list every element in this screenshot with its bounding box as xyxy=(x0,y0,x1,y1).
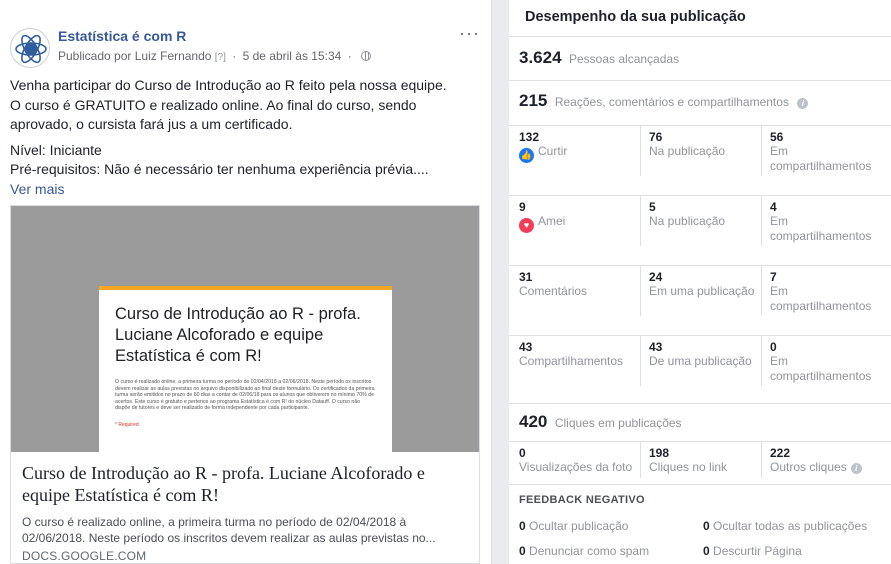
stat-cell: 222 Outros cliques i xyxy=(761,442,887,478)
stat-value: 43 xyxy=(649,340,663,354)
stat-value: 76 xyxy=(649,130,663,144)
reach-stat: 3.624 Pessoas alcançadas xyxy=(519,48,679,68)
more-options-button[interactable]: ··· xyxy=(459,24,480,42)
form-preview-title: Curso de Introdução ao R - profa. Lucian… xyxy=(115,305,361,365)
engagement-value: 215 xyxy=(519,91,548,110)
page-avatar[interactable] xyxy=(10,28,50,68)
form-preview-body: O curso é realizado online, a primeira t… xyxy=(115,379,375,412)
stat-cell: 198 Cliques no link xyxy=(640,442,762,478)
stat-value: 5 xyxy=(649,200,656,214)
stat-value: 222 xyxy=(770,446,791,460)
stat-label: Comentários xyxy=(519,284,588,298)
stat-label: Em compartilhamentos xyxy=(770,144,872,173)
post-header: Estatística é com R Publicado por Luiz F… xyxy=(10,24,484,68)
clicks-label: Cliques em publicações xyxy=(554,416,682,430)
insights-panel: Desempenho da sua publicação 3.624 Pesso… xyxy=(509,0,891,564)
globe-icon[interactable] xyxy=(361,51,372,61)
stat-label: Na publicação xyxy=(649,144,726,158)
stat-cell: 0 Visualizações da foto xyxy=(519,442,641,478)
stat-cell: 43 De uma publicação xyxy=(640,336,762,386)
stat-value: 0 xyxy=(770,340,777,354)
reaction-row-like: 132 👍 Curtir 76 Na publicação 56 Em compa… xyxy=(509,125,891,195)
stat-cell: 31 Comentários xyxy=(519,266,641,316)
stat-value: 7 xyxy=(770,270,777,284)
negative-item: 0 Ocultar publicação xyxy=(519,519,629,533)
stat-value: 43 xyxy=(519,340,533,354)
panel-title: Desempenho da sua publicação xyxy=(525,9,746,25)
shares-row: 43 Compartilhamentos 43 De uma publicaçã… xyxy=(509,335,891,405)
stat-label: Em uma publicação xyxy=(649,284,755,298)
info-icon[interactable]: i xyxy=(797,98,809,109)
clicks-row: 0 Visualizações da foto 198 Cliques no l… xyxy=(509,441,891,485)
atom-logo-icon xyxy=(15,34,47,64)
link-preview-image[interactable]: Curso de Introdução ao R - profa. Lucian… xyxy=(11,206,479,452)
stat-value: 0 xyxy=(519,446,526,460)
stat-label: Em compartilhamentos xyxy=(770,284,872,313)
stat-label: Em compartilhamentos xyxy=(770,214,872,243)
stat-value: 9 xyxy=(519,200,526,214)
stat-value: 56 xyxy=(770,130,784,144)
stat-cell: 56 Em compartilhamentos xyxy=(761,126,887,176)
stat-label: Outros cliques xyxy=(770,460,847,474)
post-text-line: Venha participar do Curso de Introdução … xyxy=(10,77,447,93)
stat-cell: 5 Na publicação xyxy=(640,196,762,246)
stat-cell: 0 Em compartilhamentos xyxy=(761,336,887,386)
post-card: Estatística é com R Publicado por Luiz F… xyxy=(0,0,492,564)
stat-value: 24 xyxy=(649,270,663,284)
negative-feedback-title: FEEDBACK NEGATIVO xyxy=(519,494,645,506)
link-headline[interactable]: Curso de Introdução ao R - profa. Lucian… xyxy=(22,462,472,506)
engagement-label: Reações, comentários e compartilhamentos xyxy=(554,95,789,109)
stat-label: Na publicação xyxy=(649,214,726,228)
comments-row: 31 Comentários 24 Em uma publicação 7 Em… xyxy=(509,265,891,335)
stat-value: 198 xyxy=(649,446,670,460)
negative-item: 0 Denunciar como spam xyxy=(519,544,650,558)
stat-cell: 7 Em compartilhamentos xyxy=(761,266,887,316)
stat-value: 132 xyxy=(519,130,540,144)
stat-label: Cliques no link xyxy=(649,460,728,474)
stat-label: Em compartilhamentos xyxy=(770,354,872,383)
stat-cell: 132 👍 Curtir xyxy=(519,126,641,176)
post-text-line: Pré-requisitos: Não é necessário ter nen… xyxy=(10,161,429,177)
post-body: Venha participar do Curso de Introdução … xyxy=(10,76,480,199)
love-icon: ♥ xyxy=(519,218,534,233)
form-preview: Curso de Introdução ao R - profa. Lucian… xyxy=(99,286,392,452)
page-name-link[interactable]: Estatística é com R xyxy=(58,28,186,44)
post-date[interactable]: 5 de abril às 15:34 xyxy=(243,49,342,63)
form-preview-required: * Required xyxy=(115,421,139,428)
clicks-stat: 420 Cliques em publicações xyxy=(519,412,682,432)
link-domain: DOCS.GOOGLE.COM xyxy=(22,549,147,563)
stat-value: 4 xyxy=(770,200,777,214)
stat-cell: 9 ♥ Amei xyxy=(519,196,641,246)
reach-label: Pessoas alcançadas xyxy=(569,52,680,66)
info-icon[interactable]: i xyxy=(850,463,862,474)
post-text-line: aprovado, o cursista fará jus a um certi… xyxy=(10,116,293,132)
stat-cell: 4 Em compartilhamentos xyxy=(761,196,887,246)
like-icon: 👍 xyxy=(519,148,534,163)
reach-value: 3.624 xyxy=(519,48,562,67)
stat-label: Compartilhamentos xyxy=(519,354,624,368)
stat-label: Curtir xyxy=(538,144,568,158)
link-description: O curso é realizado online, a primeira t… xyxy=(22,515,436,545)
post-text-line: Nível: Iniciante xyxy=(10,141,102,158)
link-preview-card[interactable]: Curso de Introdução ao R - profa. Lucian… xyxy=(10,205,480,564)
negative-item: 0 Descurtir Página xyxy=(703,544,802,558)
negative-item: 0 Ocultar todas as publicações xyxy=(703,519,868,533)
stat-cell: 43 Compartilhamentos xyxy=(519,336,641,386)
see-more-link[interactable]: Ver mais xyxy=(10,180,480,200)
help-mark[interactable]: [?] xyxy=(215,52,226,63)
stat-cell: 76 Na publicação xyxy=(640,126,762,176)
stat-label: Amei xyxy=(538,214,566,228)
post-meta: Publicado por Luiz Fernando [?] · 5 de a… xyxy=(58,49,372,63)
reaction-row-love: 9 ♥ Amei 5 Na publicação 4 Em compartilha… xyxy=(509,195,891,265)
stat-label: De uma publicação xyxy=(649,354,752,368)
stat-label: Visualizações da foto xyxy=(519,460,633,474)
engagement-stat: 215 Reações, comentários e compartilhame… xyxy=(519,91,809,111)
published-by[interactable]: Publicado por Luiz Fernando xyxy=(58,49,211,63)
stat-value: 31 xyxy=(519,270,533,284)
clicks-value: 420 xyxy=(519,412,548,431)
post-text-line: O curso é GRATUITO e realizado online. A… xyxy=(10,96,417,113)
stat-cell: 24 Em uma publicação xyxy=(640,266,762,316)
